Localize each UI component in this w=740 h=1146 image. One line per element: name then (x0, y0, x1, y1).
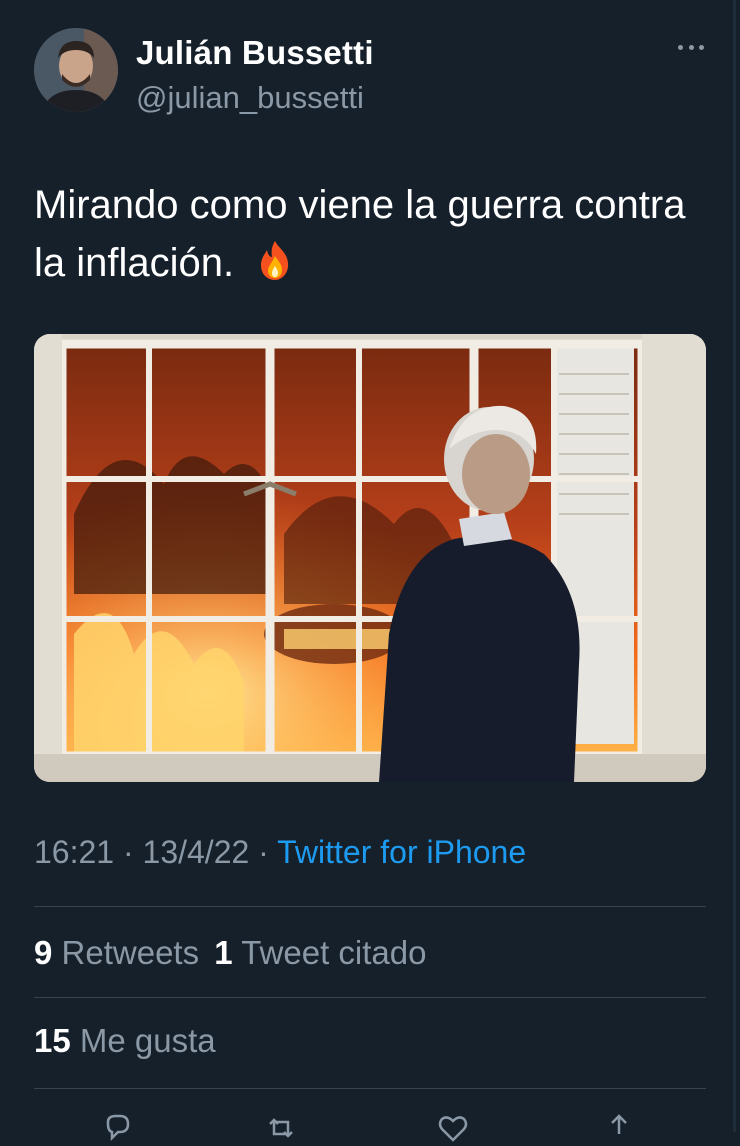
likes-count: 15 (34, 1022, 71, 1059)
fire-window-image (34, 334, 706, 782)
tweet-body: Mirando como viene la guerra contra la i… (34, 176, 714, 292)
likes-label: Me gusta (79, 1022, 216, 1059)
like-icon[interactable] (436, 1112, 470, 1146)
tweet-actions-bar (34, 1100, 706, 1142)
quotes-count: 1 (214, 934, 233, 971)
likes-stats-row[interactable]: 15 Me gusta (34, 1022, 216, 1060)
separator: · (249, 834, 278, 870)
divider (34, 997, 706, 998)
retweet-stats-row: 9 Retweets 1 Tweet citado (34, 934, 426, 972)
tweet-timestamp-row: 16:21 · 13/4/22 · Twitter for iPhone (34, 834, 526, 871)
retweets-link[interactable]: 9 Retweets (34, 934, 199, 971)
divider (34, 906, 706, 907)
retweets-count: 9 (34, 934, 53, 971)
retweet-icon[interactable] (264, 1112, 298, 1146)
tweet-header: Julián Bussetti @julian_bussetti (34, 28, 714, 118)
author-handle[interactable]: @julian_bussetti (136, 80, 364, 116)
quotes-link[interactable]: 1 Tweet citado (214, 934, 426, 971)
tweet-time[interactable]: 16:21 (34, 834, 114, 870)
fire-emoji-icon (261, 241, 289, 280)
tweet-photo[interactable] (34, 334, 706, 782)
reply-icon[interactable] (100, 1112, 134, 1146)
separator: · (114, 834, 143, 870)
more-options-icon[interactable] (678, 42, 704, 52)
quotes-label: Tweet citado (241, 934, 427, 971)
tweet-date[interactable]: 13/4/22 (143, 834, 250, 870)
scrollbar[interactable] (733, 0, 736, 1132)
avatar-image (34, 28, 118, 112)
divider (34, 1088, 706, 1089)
retweets-label: Retweets (61, 934, 200, 971)
author-name[interactable]: Julián Bussetti (136, 34, 374, 72)
tweet-source-link[interactable]: Twitter for iPhone (277, 834, 526, 870)
share-icon[interactable] (602, 1112, 636, 1146)
avatar[interactable] (34, 28, 118, 112)
tweet-text: Mirando como viene la guerra contra la i… (34, 183, 686, 285)
